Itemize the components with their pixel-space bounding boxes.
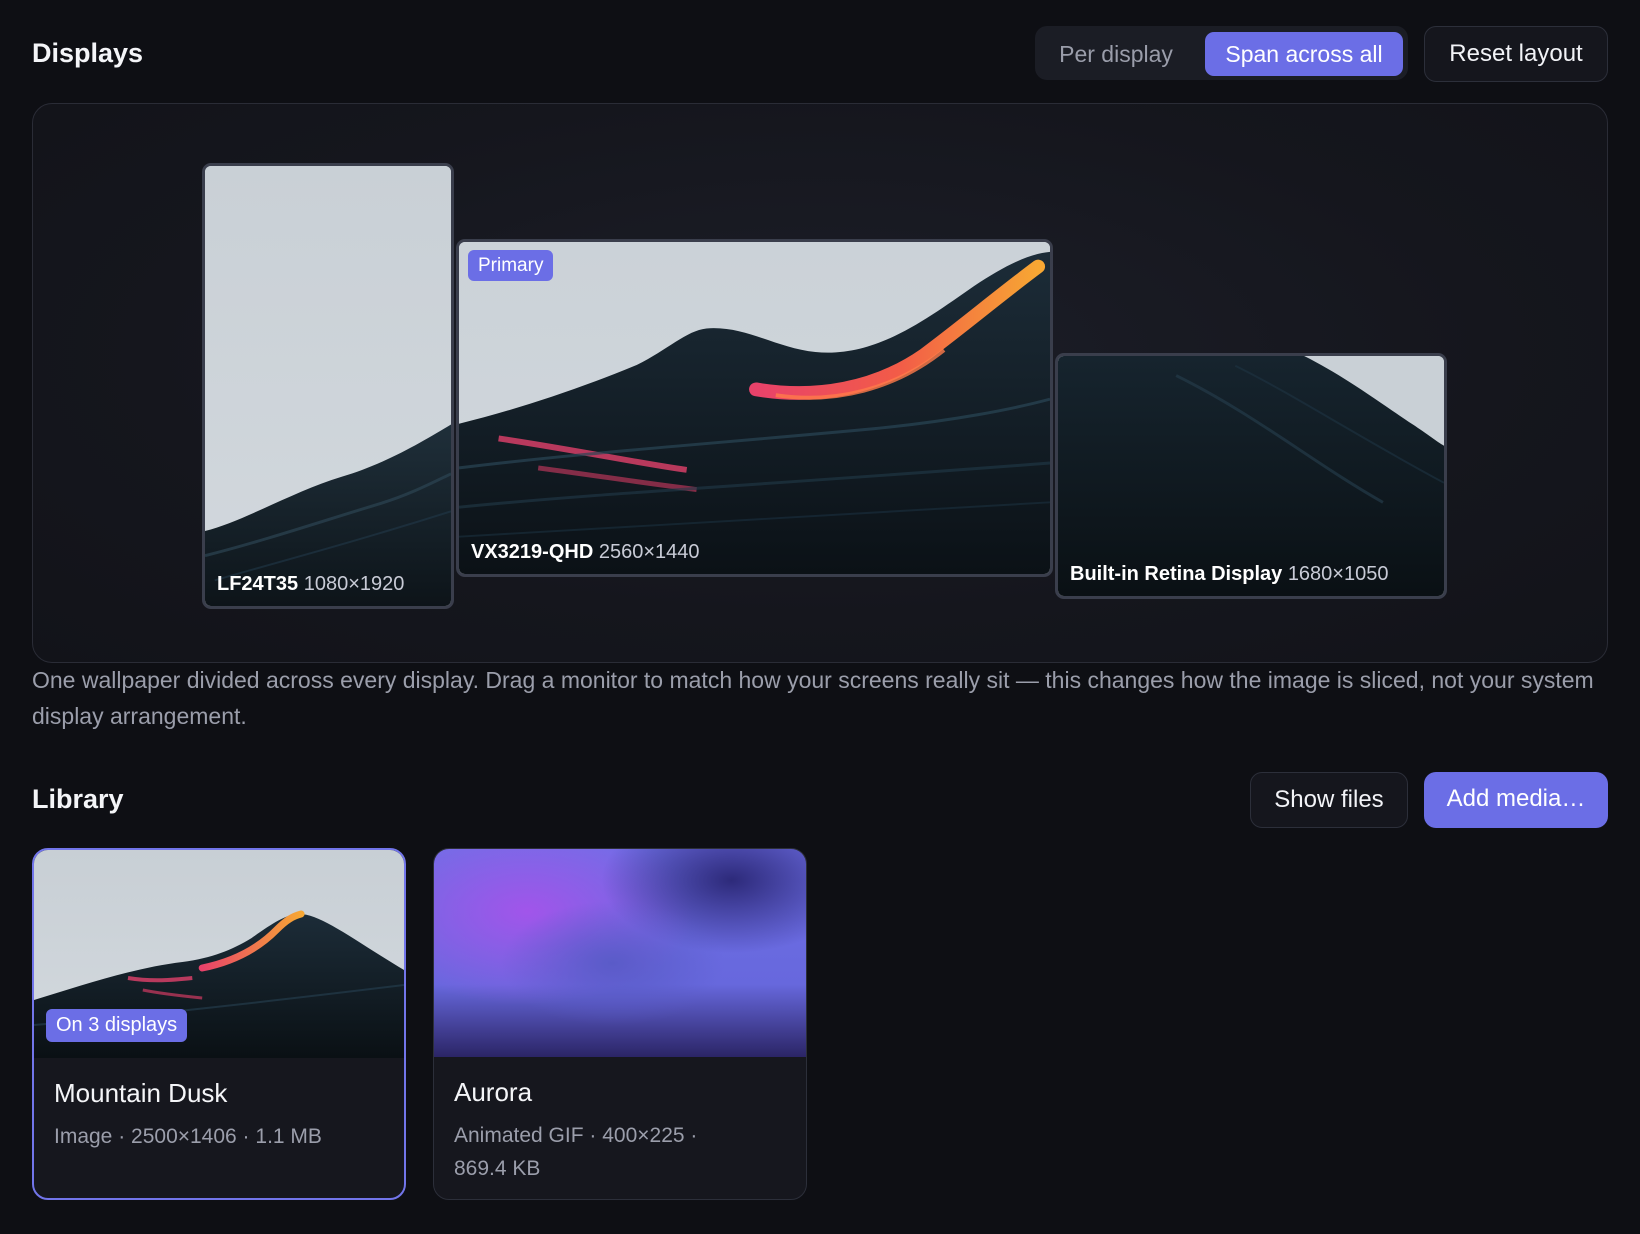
card-meta: Animated GIF · 400×225 · 869.4 KB xyxy=(454,1124,698,1180)
monitor-label: LF24T35 1080×1920 xyxy=(217,573,404,596)
displays-description: One wallpaper divided across every displ… xyxy=(32,667,1594,729)
monitor-resolution: 2560×1440 xyxy=(598,541,700,563)
displays-title: Displays xyxy=(32,38,144,68)
reset-layout-button[interactable]: Reset layout xyxy=(1424,26,1608,82)
card-title: Aurora xyxy=(454,1077,533,1107)
card-meta: Image · 2500×1406 · 1.1 MB xyxy=(54,1125,322,1148)
monitor-name: Built-in Retina Display xyxy=(1070,563,1283,585)
card-title: Mountain Dusk xyxy=(54,1078,228,1108)
monitor-wallpaper-slice xyxy=(1058,356,1444,596)
aurora-thumbnail-image xyxy=(434,849,806,1057)
library-item-mountain-dusk[interactable]: On 3 displays Mountain Dusk Image · 2500… xyxy=(32,848,406,1200)
monitor-lf24t35[interactable]: LF24T35 1080×1920 xyxy=(202,163,454,609)
add-media-button[interactable]: Add media… xyxy=(1424,772,1608,828)
thumbnail xyxy=(434,849,806,1057)
library-item-aurora[interactable]: Aurora Animated GIF · 400×225 · 869.4 KB xyxy=(433,848,807,1200)
monitor-label: Built-in Retina Display 1680×1050 xyxy=(1070,563,1388,586)
monitor-wallpaper-slice xyxy=(205,166,451,606)
span-across-all-button[interactable]: Span across all xyxy=(1205,32,1403,76)
layout-mode-toggle: Per display Span across all xyxy=(1035,26,1408,80)
monitor-vx3219-qhd[interactable]: Primary VX3219-QHD 2560×1440 xyxy=(456,239,1053,577)
library-title: Library xyxy=(32,784,124,814)
on-displays-badge: On 3 displays xyxy=(46,1009,188,1042)
monitor-label: VX3219-QHD 2560×1440 xyxy=(471,541,700,564)
per-display-button[interactable]: Per display xyxy=(1041,32,1191,76)
monitor-resolution: 1080×1920 xyxy=(303,573,405,595)
monitor-wallpaper-slice xyxy=(459,242,1050,574)
monitor-name: VX3219-QHD xyxy=(471,541,594,563)
monitor-resolution: 1680×1050 xyxy=(1287,563,1389,585)
thumbnail: On 3 displays xyxy=(34,850,404,1058)
monitor-name: LF24T35 xyxy=(217,573,299,595)
display-arrangement-canvas: LF24T35 1080×1920 Primary VX3219-QHD 256… xyxy=(32,103,1608,663)
monitor-built-in-retina[interactable]: Built-in Retina Display 1680×1050 xyxy=(1055,353,1447,599)
primary-badge: Primary xyxy=(468,250,554,281)
show-files-button[interactable]: Show files xyxy=(1250,772,1408,828)
